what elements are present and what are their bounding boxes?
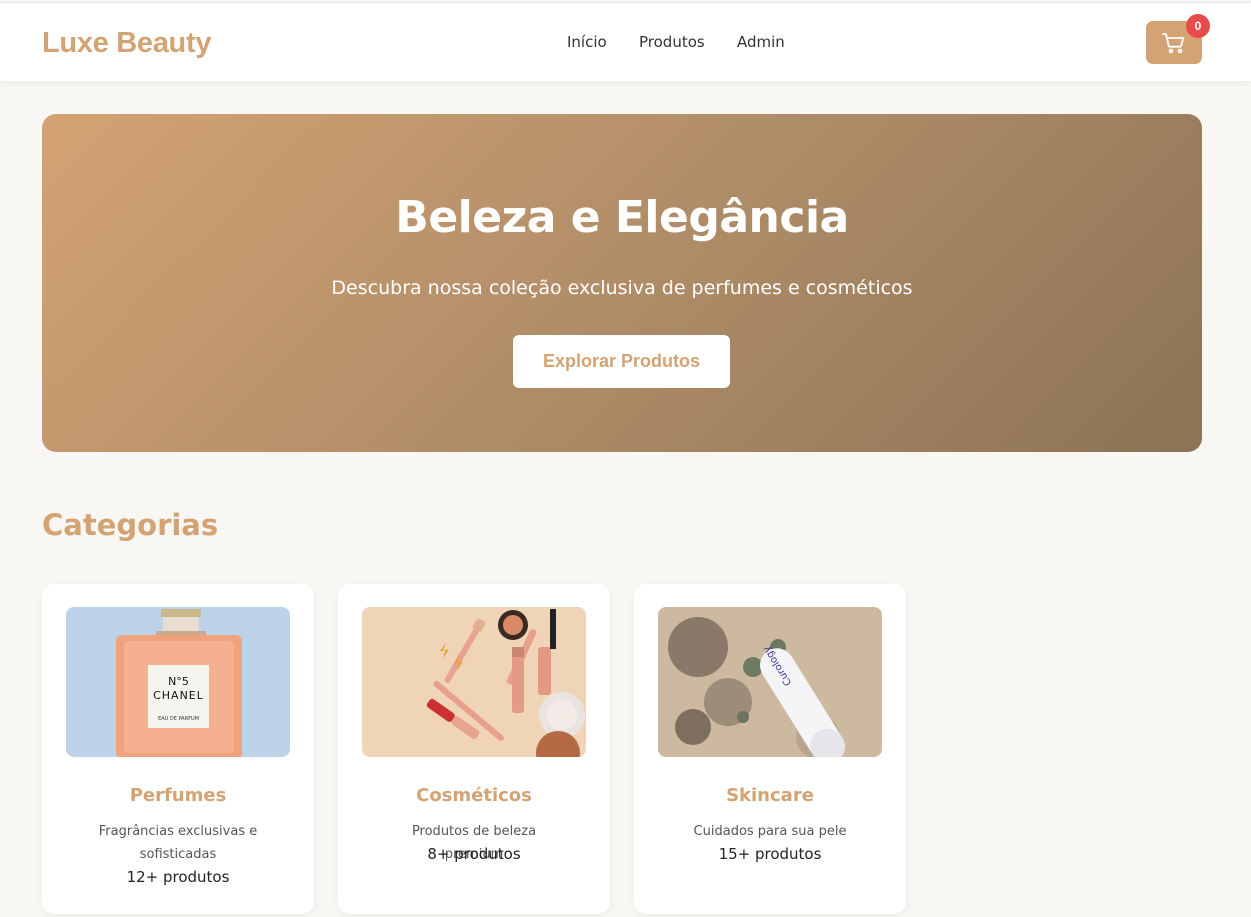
category-name: Cosméticos [416,785,532,806]
site-header: Luxe Beauty Início Produtos Admin 0 [0,2,1251,81]
hero-banner: Beleza e Elegância Descubra nossa coleçã… [42,114,1202,452]
category-count: 12+ produtos [126,868,230,886]
categories-title: Categorias [42,508,219,542]
hero-title: Beleza e Elegância [395,192,849,243]
category-name: Skincare [726,785,814,806]
explore-products-button[interactable]: Explorar Produtos [513,335,730,388]
cosmetics-image [362,607,586,757]
perfume-image: N°5 CHANEL EAU DE PARFUM [66,607,290,757]
category-description: Fragrâncias exclusivas e sofisticadas [98,824,258,862]
nav-link-produtos[interactable]: Produtos [639,33,705,51]
bottle-label-brand: CHANEL [153,689,204,702]
category-count: 15+ produtos [718,845,822,863]
site-logo[interactable]: Luxe Beauty [42,27,211,60]
category-card-perfumes[interactable]: N°5 CHANEL EAU DE PARFUM Perfumes Fragrâ… [42,584,314,914]
bottle-label-bottom: EAU DE PARFUM [158,716,199,722]
hero-subtitle: Descubra nossa coleção exclusiva de perf… [331,277,913,299]
category-count: 8+ produtos [427,845,521,863]
category-card-cosmeticos[interactable]: Cosméticos Produtos de beleza premium 8+… [338,584,610,914]
bottle-label-top: N°5 [168,675,189,688]
skincare-image: Curology [658,607,882,757]
shopping-cart-icon [1162,32,1185,53]
category-description: Cuidados para sua pele [693,824,847,839]
category-card-skincare[interactable]: Curology Skincare Cuidados para sua pele… [634,584,906,914]
cart-count-badge: 0 [1186,14,1210,38]
nav-link-inicio[interactable]: Início [567,33,607,51]
category-name: Perfumes [129,785,227,806]
nav-link-admin[interactable]: Admin [737,33,785,51]
